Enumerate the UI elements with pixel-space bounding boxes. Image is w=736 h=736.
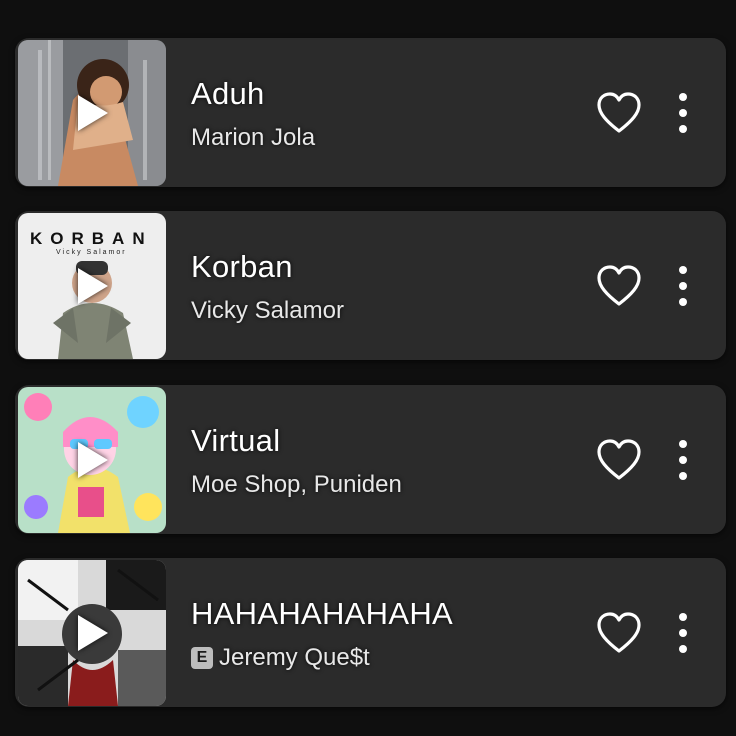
- track-title: Virtual: [191, 423, 281, 458]
- album-cover[interactable]: [18, 40, 166, 186]
- explicit-badge: E: [191, 647, 213, 669]
- album-cover[interactable]: [18, 387, 166, 533]
- cover-title: KORBAN: [30, 229, 153, 248]
- more-vertical-icon[interactable]: [670, 437, 696, 483]
- track-row[interactable]: Aduh Marion Jola: [15, 38, 726, 187]
- heart-outline-icon[interactable]: [596, 438, 642, 482]
- cover-subtitle: Vicky Salamor: [56, 249, 127, 256]
- more-vertical-icon[interactable]: [670, 263, 696, 309]
- heart-outline-icon[interactable]: [596, 611, 642, 655]
- artist-row: E Jeremy Que$t: [191, 644, 370, 672]
- play-icon[interactable]: [78, 268, 108, 304]
- track-title: Korban: [191, 249, 293, 284]
- track-title: HAHAHAHAHAHA: [191, 596, 453, 631]
- album-cover[interactable]: KORBAN Vicky Salamor: [18, 213, 166, 359]
- track-row[interactable]: KORBAN Vicky Salamor Korban Vicky Salamo…: [15, 211, 726, 360]
- track-row[interactable]: HAHAHAHAHAHA E Jeremy Que$t: [15, 558, 726, 707]
- heart-outline-icon[interactable]: [596, 91, 642, 135]
- heart-outline-icon[interactable]: [596, 264, 642, 308]
- track-artist[interactable]: Marion Jola: [191, 124, 315, 152]
- track-list: Aduh Marion Jola KORBAN Vicky Salamor Ko…: [0, 0, 736, 736]
- track-artist[interactable]: Moe Shop, Puniden: [191, 471, 402, 499]
- more-vertical-icon[interactable]: [670, 90, 696, 136]
- play-icon[interactable]: [78, 95, 108, 131]
- album-cover[interactable]: [18, 560, 166, 706]
- track-artist[interactable]: Vicky Salamor: [191, 297, 344, 325]
- more-vertical-icon[interactable]: [670, 610, 696, 656]
- track-row[interactable]: Virtual Moe Shop, Puniden: [15, 385, 726, 534]
- track-artist[interactable]: Jeremy Que$t: [219, 644, 370, 672]
- track-title: Aduh: [191, 76, 265, 111]
- play-icon[interactable]: [78, 615, 108, 651]
- play-icon[interactable]: [78, 442, 108, 478]
